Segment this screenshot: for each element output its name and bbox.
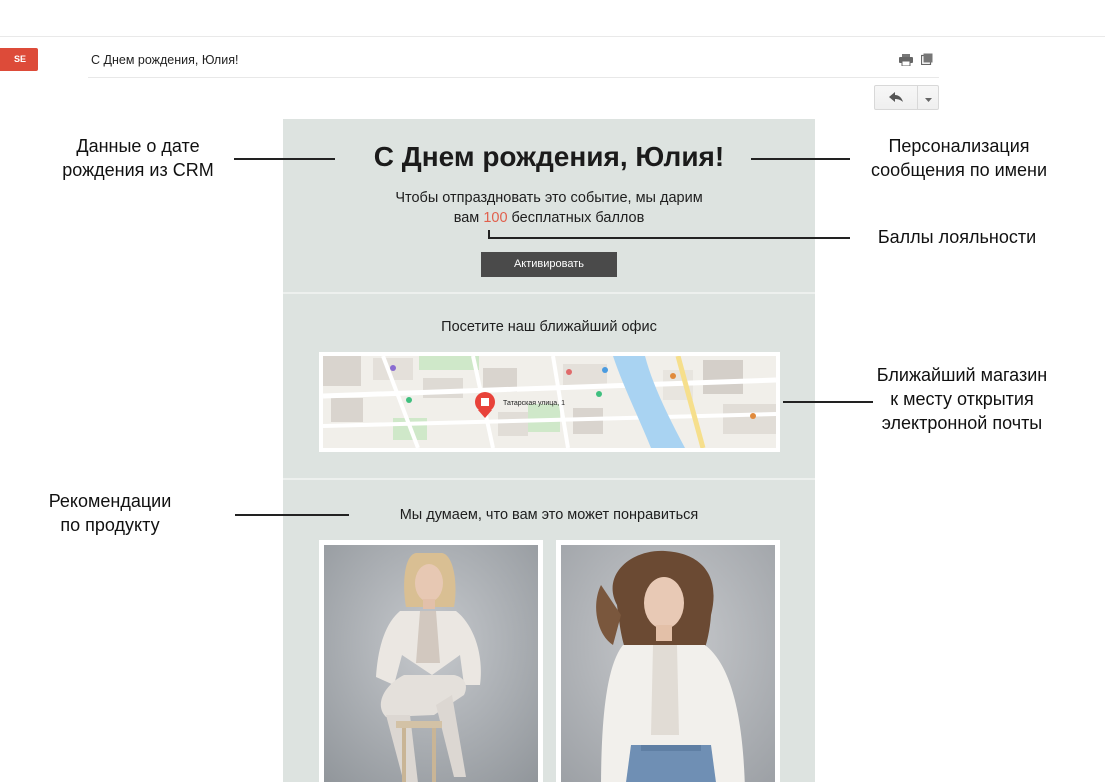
- lead-after: бесплатных баллов: [507, 210, 645, 226]
- recommendations-title: Мы думаем, что вам это может понравиться: [399, 507, 699, 523]
- loyalty-points: 100: [483, 210, 508, 226]
- email-headline: С Днем рождения, Юлия!: [373, 141, 725, 172]
- annotation-personalization: Персонализация сообщения по имени: [870, 136, 1048, 180]
- more-actions-button[interactable]: [918, 86, 938, 109]
- annotation-recommendations: Рекомендации по продукту: [48, 491, 172, 535]
- top-divider: [0, 36, 1105, 37]
- office-section-title: Посетите наш ближайший офис: [441, 319, 657, 335]
- map-address-label: Татарская улица, 1: [503, 400, 565, 407]
- product-card-1[interactable]: [319, 540, 543, 782]
- annotation-line-personalization: [751, 158, 850, 160]
- email-lead-text: Чтобы отпраздновать это событие, мы дари…: [283, 188, 815, 228]
- reply-icon: [889, 89, 903, 107]
- woman-sitting-on-stool-photo: [324, 545, 538, 782]
- compose-button[interactable]: SE: [0, 48, 38, 71]
- subject-divider: [88, 77, 939, 78]
- store-map[interactable]: Татарская улица, 1: [319, 352, 780, 452]
- reply-button-group: [874, 85, 939, 110]
- chevron-down-icon: [924, 89, 932, 107]
- print-icon[interactable]: [899, 53, 913, 67]
- section-divider: [283, 292, 815, 294]
- annotation-birthday-data: Данные о дате рождения из CRM: [62, 136, 214, 180]
- email-body: С Днем рождения, Юлия! Чтобы отпразднова…: [283, 119, 815, 782]
- activate-button[interactable]: Активировать: [481, 252, 617, 277]
- annotation-line-birthday: [234, 158, 335, 160]
- lead-line-1: Чтобы отпраздновать это событие, мы дари…: [395, 190, 703, 206]
- lead-before: вам: [453, 210, 484, 226]
- section-divider: [283, 478, 815, 480]
- annotation-line-loyalty: [488, 237, 850, 239]
- annotation-line-recommendations: [235, 514, 349, 516]
- annotation-loyalty: Баллы лояльности: [877, 227, 1037, 247]
- woman-white-blazer-photo: [561, 545, 775, 782]
- reply-button[interactable]: [875, 86, 918, 109]
- lead-line-2: вам 100 бесплатных баллов: [283, 208, 815, 228]
- email-subject: С Днем рождения, Юлия!: [91, 53, 239, 67]
- annotation-line-store: [783, 401, 873, 403]
- product-card-2[interactable]: [556, 540, 780, 782]
- annotation-nearest-store: Ближайший магазин к месту открытия элект…: [876, 365, 1048, 433]
- new-window-icon[interactable]: [920, 52, 933, 66]
